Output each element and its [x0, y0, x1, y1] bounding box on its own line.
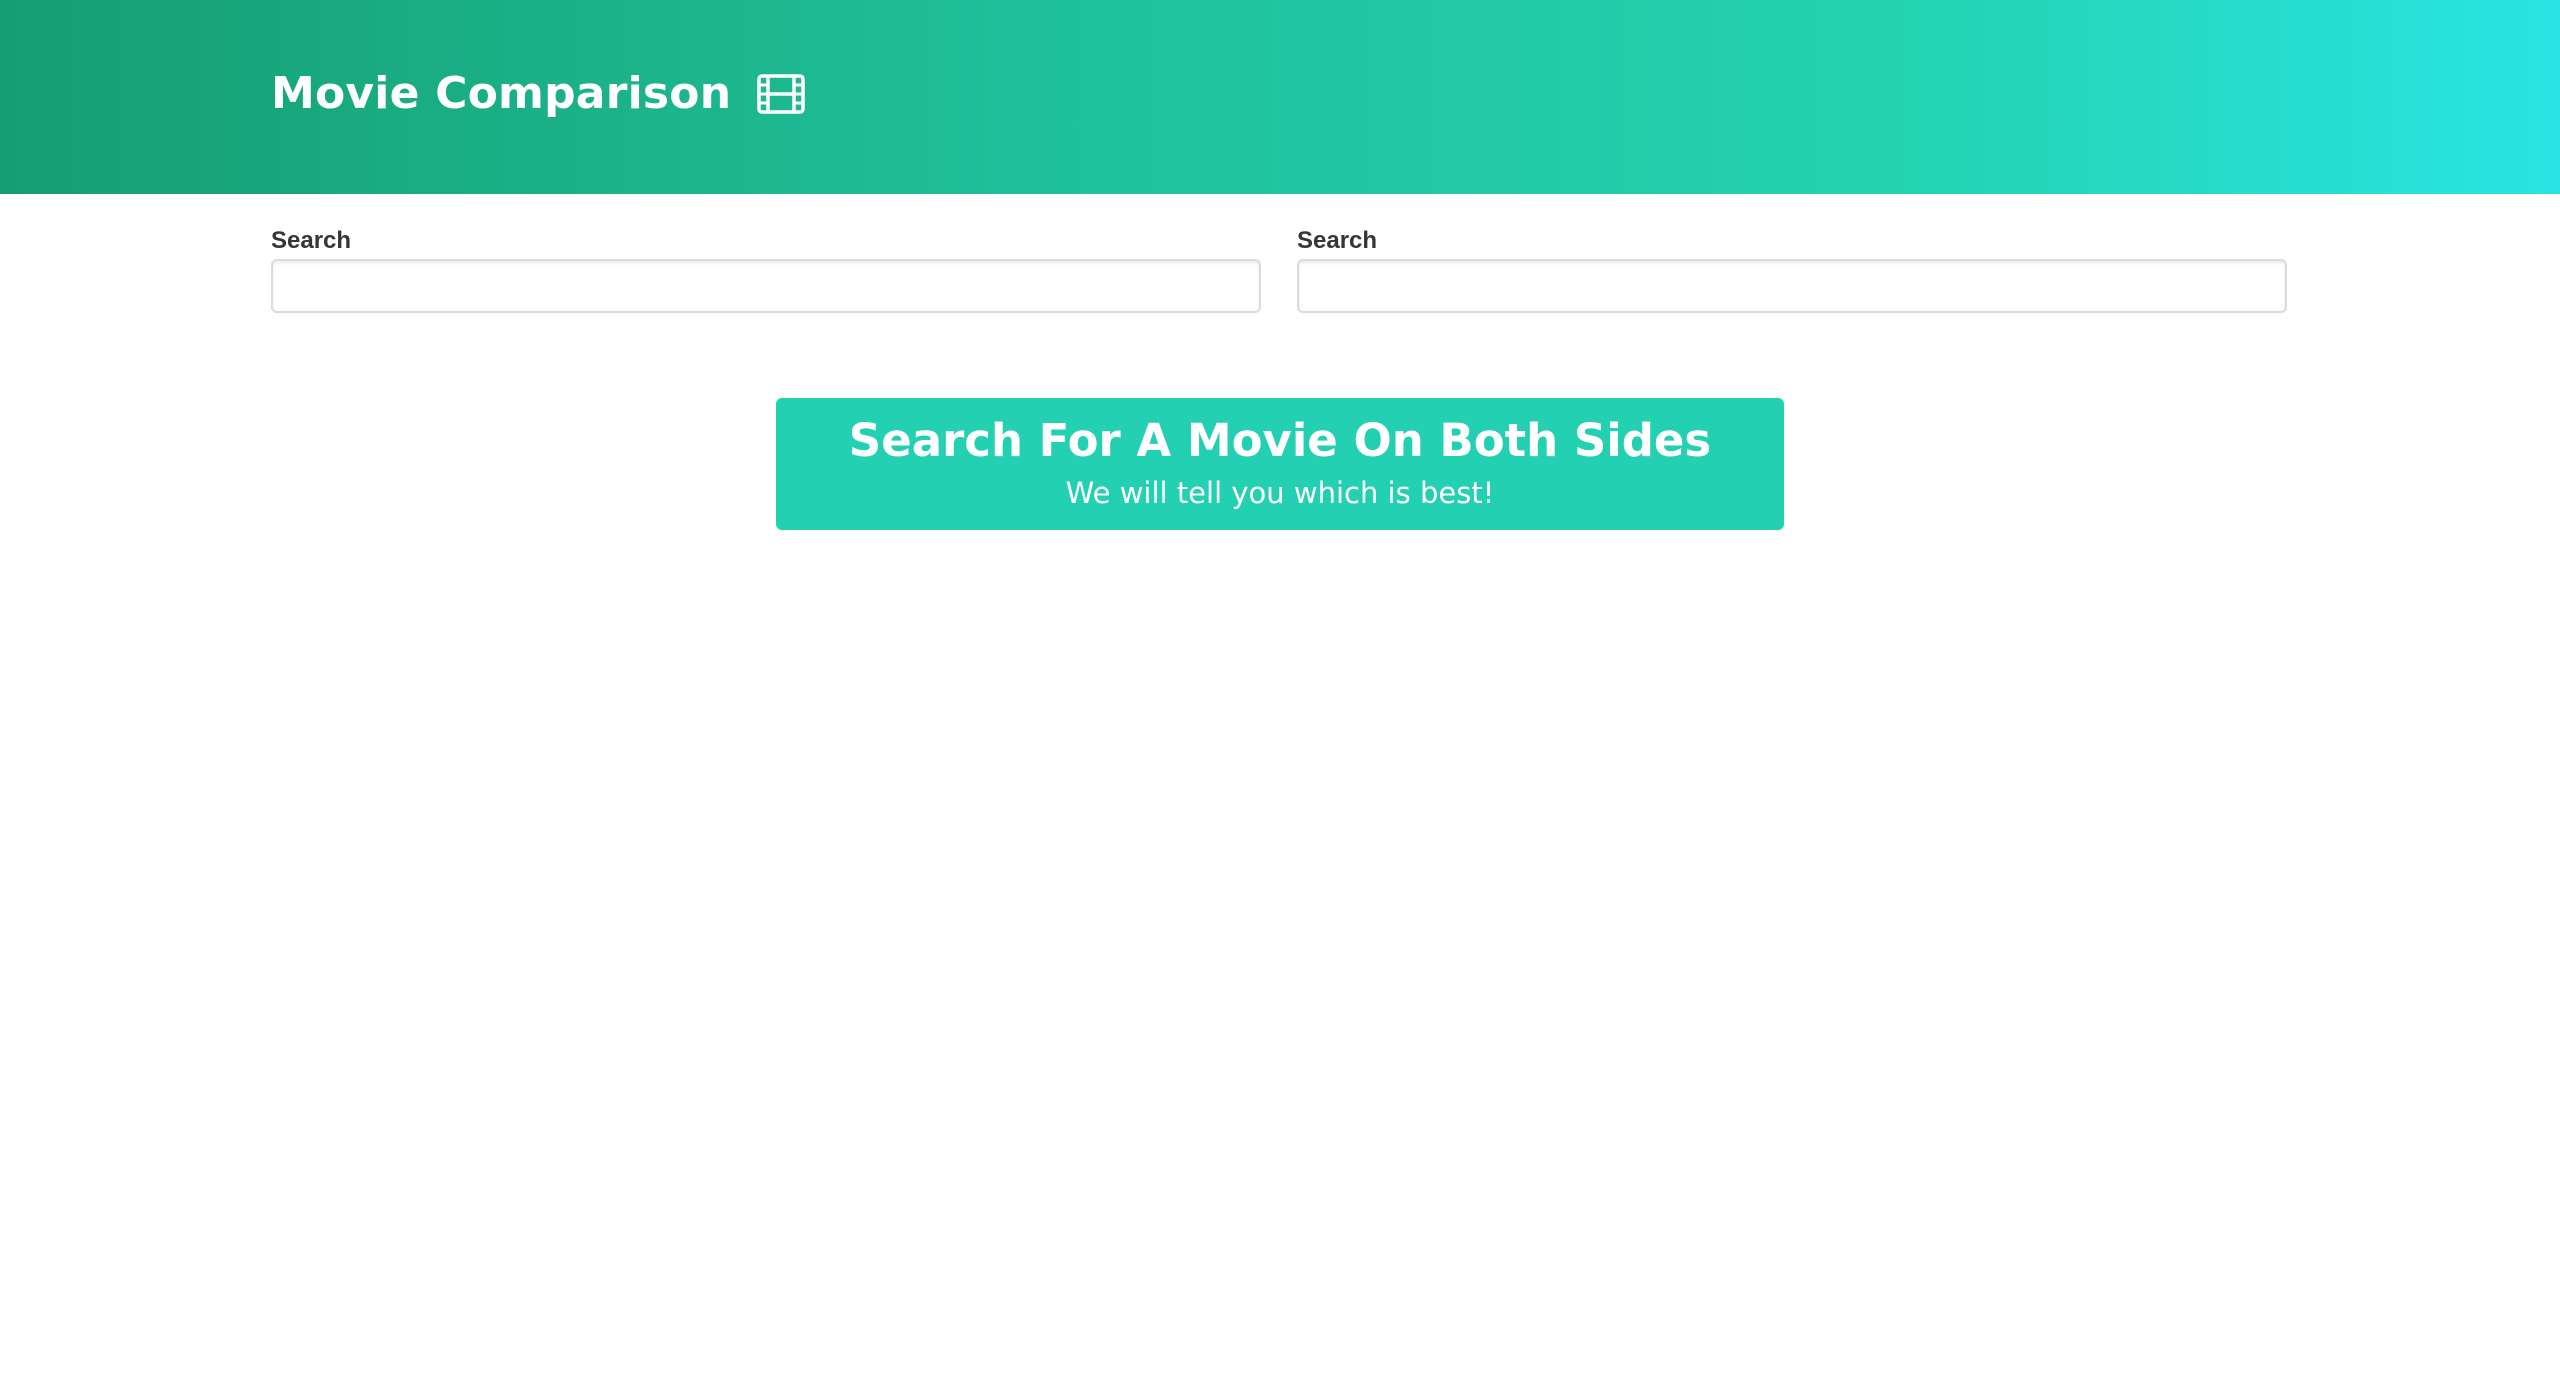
hero-header: Movie Comparison: [0, 0, 2560, 194]
notification-title: Search For A Movie On Both Sides: [848, 414, 1712, 467]
film-icon: [757, 74, 805, 114]
page-title-text: Movie Comparison: [271, 68, 732, 119]
left-search-label: Search: [271, 227, 352, 254]
left-search-input[interactable]: [271, 259, 1261, 313]
right-search-input[interactable]: [1297, 259, 2287, 313]
right-search-label: Search: [1297, 227, 1378, 254]
tutorial-notification: Search For A Movie On Both Sides We will…: [776, 398, 1784, 530]
left-search-field: Search: [271, 226, 1261, 313]
notification-subtitle: We will tell you which is best!: [1065, 476, 1495, 510]
right-search-field: Search: [1297, 226, 2287, 313]
page-title: Movie Comparison: [271, 66, 805, 122]
